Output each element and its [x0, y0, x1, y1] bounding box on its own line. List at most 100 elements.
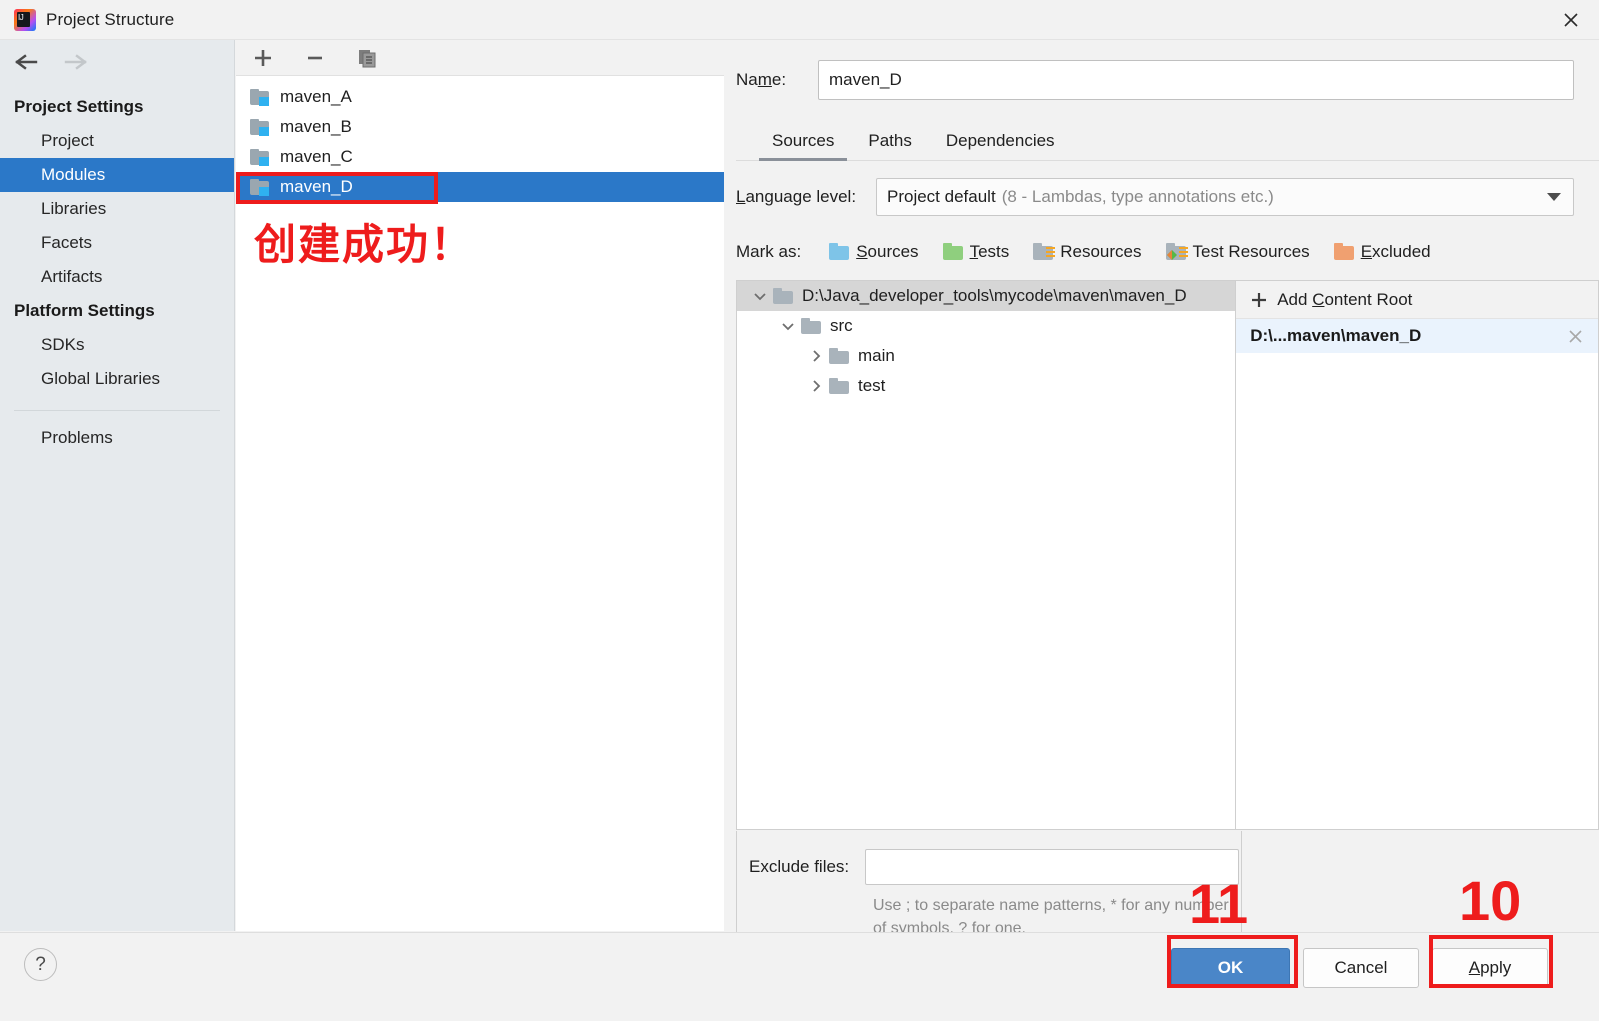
folder-icon — [801, 318, 821, 334]
language-level-label: Language level: — [736, 187, 857, 206]
chevron-down-icon[interactable] — [775, 313, 801, 339]
sources-body: D:\Java_developer_tools\mycode\maven\mav… — [736, 280, 1599, 830]
mark-as-excluded-label: Excluded — [1360, 242, 1431, 261]
folder-icon — [773, 288, 793, 304]
content-root-item[interactable]: D:\...maven\maven_D — [1236, 319, 1598, 353]
tab-sources[interactable]: Sources — [755, 131, 851, 161]
window-title: Project Structure — [46, 9, 175, 29]
modules-toolbar — [236, 40, 724, 76]
folder-tests-icon — [942, 243, 965, 261]
module-name-row: Name: — [736, 60, 1574, 100]
module-label: maven_A — [280, 87, 352, 106]
module-label: maven_B — [280, 117, 352, 136]
sidebar-divider — [14, 410, 220, 411]
module-name-input[interactable] — [818, 60, 1574, 100]
module-label: maven_C — [280, 147, 353, 166]
module-label: maven_D — [280, 177, 353, 196]
project-structure-dialog: Project Structure Project Settings Proje… — [0, 0, 1599, 1021]
annotation-chinese-note: 创建成功！ — [254, 220, 475, 269]
module-folder-icon — [250, 148, 271, 166]
folder-resources-icon — [1033, 243, 1056, 261]
tree-row-label: src — [830, 316, 853, 335]
module-folder-icon — [250, 88, 271, 106]
content-roots-pane: Add Content Root D:\...maven\maven_D — [1236, 280, 1599, 830]
module-name-label: Name: — [736, 70, 787, 89]
sidebar-items: Project Settings Project Modules Librari… — [0, 84, 234, 455]
language-level-detail: (8 - Lambdas, type annotations etc.) — [1001, 187, 1274, 206]
sidebar-item-project[interactable]: Project — [0, 124, 234, 158]
mark-as-sources-button[interactable]: Sources — [829, 242, 919, 262]
module-folder-icon — [250, 118, 271, 136]
annotation-step-11: 11 — [1189, 872, 1249, 935]
folder-sources-icon — [829, 243, 851, 261]
list-item[interactable]: maven_A — [236, 82, 724, 112]
sidebar-item-libraries[interactable]: Libraries — [0, 192, 234, 226]
mark-as-excluded-button[interactable]: Excluded — [1333, 242, 1431, 262]
tree-row[interactable]: main — [737, 341, 1235, 371]
sidebar-item-sdks[interactable]: SDKs — [0, 328, 234, 362]
mark-as-resources-label: Resources — [1060, 242, 1142, 261]
tab-paths[interactable]: Paths — [851, 131, 928, 160]
content-root-tree: D:\Java_developer_tools\mycode\maven\mav… — [736, 280, 1237, 830]
sidebar-item-modules[interactable]: Modules — [0, 158, 234, 192]
folder-icon — [829, 378, 849, 394]
tree-row-label: test — [858, 376, 886, 395]
title-bar: Project Structure — [0, 0, 1599, 40]
mark-as-test-resources-button[interactable]: Test Resources — [1165, 242, 1310, 262]
close-icon[interactable] — [1567, 328, 1584, 345]
content-root-path: D:\...maven\maven_D — [1250, 326, 1422, 345]
mark-as-tests-label: Tests — [969, 242, 1010, 261]
modules-panel: maven_A maven_B maven_C maven_D — [236, 40, 724, 931]
sidebar-item-artifacts[interactable]: Artifacts — [0, 260, 234, 294]
list-item[interactable]: maven_C — [236, 142, 724, 172]
arrow-left-icon[interactable] — [14, 52, 40, 72]
list-item-selected[interactable]: maven_D — [236, 172, 724, 204]
exclude-files-row: Exclude files: — [737, 849, 1241, 885]
modules-list: maven_A maven_B maven_C maven_D — [236, 76, 724, 204]
tree-row[interactable]: src — [737, 311, 1235, 341]
add-content-root-button[interactable]: Add Content Root — [1236, 281, 1598, 319]
dialog-button-bar: ? OK Cancel Apply — [0, 932, 1599, 1021]
mark-as-resources-button[interactable]: Resources — [1033, 242, 1142, 262]
sidebar-item-problems[interactable]: Problems — [0, 421, 234, 455]
plus-icon — [1250, 291, 1268, 309]
ok-button[interactable]: OK — [1171, 948, 1290, 988]
language-level-row: Language level: Project default (8 - Lam… — [736, 178, 1574, 216]
tree-row-label: main — [858, 346, 895, 365]
list-item[interactable]: maven_B — [236, 112, 724, 142]
annotation-step-10: 10 — [1459, 869, 1522, 932]
language-level-select[interactable]: Project default (8 - Lambdas, type annot… — [876, 178, 1574, 216]
sidebar-item-global-libraries[interactable]: Global Libraries — [0, 362, 234, 396]
minus-icon[interactable] — [302, 45, 328, 71]
sidebar-group-project-settings: Project Settings — [14, 97, 144, 116]
mark-as-label: Mark as: — [736, 242, 802, 261]
question-mark-icon[interactable]: ? — [24, 948, 57, 981]
tab-dependencies[interactable]: Dependencies — [929, 131, 1072, 160]
language-level-value: Project default — [887, 187, 996, 206]
mark-as-tests-button[interactable]: Tests — [942, 242, 1010, 262]
tree-row[interactable]: test — [737, 371, 1235, 401]
module-folder-icon — [250, 178, 271, 196]
copy-icon[interactable] — [354, 45, 380, 71]
sidebar-item-facets[interactable]: Facets — [0, 226, 234, 260]
tree-row[interactable]: D:\Java_developer_tools\mycode\maven\mav… — [737, 281, 1236, 311]
detail-tabs: Sources Paths Dependencies — [736, 121, 1599, 161]
chevron-down-icon — [1547, 193, 1561, 201]
sidebar-group-platform-settings: Platform Settings — [14, 301, 155, 320]
exclude-files-label: Exclude files: — [749, 857, 850, 876]
chevron-down-icon[interactable] — [747, 283, 773, 309]
apply-button[interactable]: Apply — [1432, 948, 1548, 988]
chevron-right-icon[interactable] — [803, 373, 829, 399]
chevron-right-icon[interactable] — [803, 343, 829, 369]
exclude-files-input[interactable] — [865, 849, 1239, 885]
arrow-right-icon[interactable] — [62, 52, 88, 72]
folder-icon — [829, 348, 849, 364]
close-icon[interactable] — [1543, 0, 1599, 40]
settings-sidebar: Project Settings Project Modules Librari… — [0, 40, 235, 931]
tree-row-label: D:\Java_developer_tools\mycode\maven\mav… — [802, 286, 1187, 305]
mark-as-row: Mark as: Sources Tests Resources Test Re… — [736, 237, 1599, 267]
mark-as-sources-label: Sources — [856, 242, 919, 261]
plus-icon[interactable] — [250, 45, 276, 71]
cancel-button[interactable]: Cancel — [1303, 948, 1419, 988]
folder-test-resources-icon — [1165, 243, 1188, 261]
